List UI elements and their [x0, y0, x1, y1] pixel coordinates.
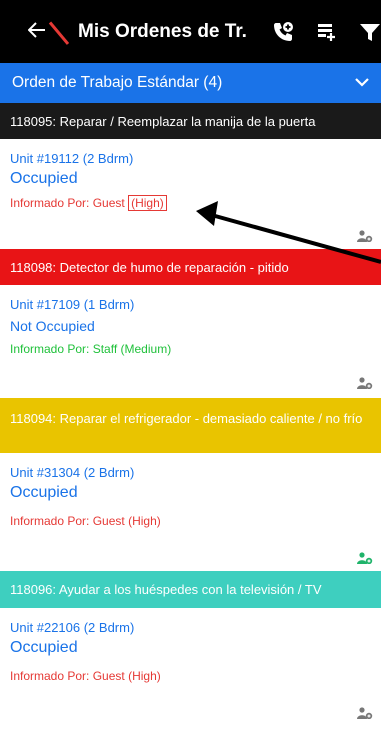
annotation-arrow-icon [196, 201, 381, 264]
phone-screen: Mis Ordenes de Tr... Orden de Trabajo Es… [0, 0, 381, 730]
